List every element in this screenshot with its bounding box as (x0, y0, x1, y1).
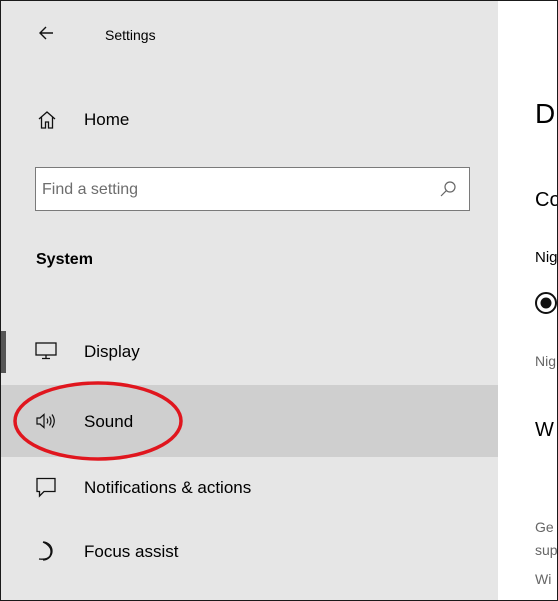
home-icon (38, 111, 56, 129)
app-title: Settings (105, 27, 156, 43)
description-text: sup (535, 542, 557, 558)
description-text: Wi (535, 571, 552, 587)
search-icon[interactable] (439, 180, 457, 198)
sidebar-item-label: Sound (84, 412, 134, 431)
description-text: Ge (535, 519, 554, 535)
home-nav-item[interactable]: Home (1, 98, 498, 142)
section-subheading-2: W (535, 419, 554, 441)
sidebar-item-focus-assist[interactable]: Focus assist (1, 521, 498, 577)
sidebar-item-notifications[interactable]: Notifications & actions (1, 457, 498, 513)
sidebar-item-label: Notifications & actions (84, 478, 252, 497)
sidebar: Settings Home System Display (1, 1, 498, 600)
sidebar-item-label: Display (84, 342, 140, 361)
sidebar-item-label: Focus assist (84, 542, 179, 561)
setting-note: Nig (535, 353, 557, 369)
home-label: Home (84, 110, 130, 129)
settings-window: Settings Home System Display (0, 0, 558, 601)
toggle-switch[interactable] (534, 291, 557, 315)
sidebar-item-sound[interactable]: Sound (1, 385, 498, 457)
main-pane: D Co Nig Nig W Ge sup Wi (498, 1, 557, 600)
search-input[interactable] (40, 168, 434, 212)
back-button[interactable] (31, 19, 61, 47)
speaker-icon (36, 413, 55, 429)
moon-icon (38, 541, 53, 561)
search-box[interactable] (35, 167, 470, 212)
section-heading-system: System (36, 251, 93, 268)
sidebar-item-display[interactable]: Display (1, 323, 498, 379)
monitor-icon (35, 342, 57, 360)
setting-label: Nig (535, 249, 557, 266)
page-title: D (535, 98, 556, 129)
selected-indicator (1, 331, 6, 373)
section-subheading: Co (535, 189, 557, 211)
back-arrow-icon (39, 26, 53, 40)
notification-icon (36, 477, 56, 498)
